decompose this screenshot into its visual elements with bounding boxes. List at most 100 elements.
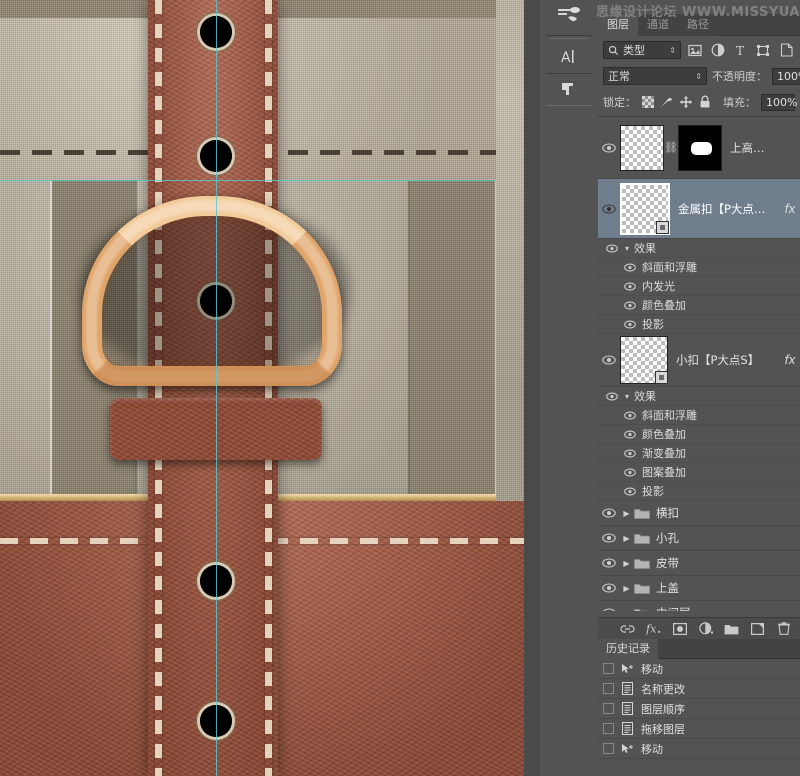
brush-preset-icon[interactable] [546,0,592,30]
layer-thumbnail[interactable] [620,336,668,384]
effect-row[interactable]: 投影 [598,482,800,501]
history-row[interactable]: 图层顺序 [598,699,800,719]
adjustment-filter-icon[interactable] [709,41,727,59]
chevron-right-icon[interactable]: ▶ [620,509,633,518]
eye-icon [624,468,636,476]
effect-row[interactable]: 斜面和浮雕 [598,258,800,277]
blend-mode-dropdown[interactable]: 正常 ⇕ [603,67,707,85]
guide-vertical[interactable] [216,0,217,776]
group-row-shanggai[interactable]: ▶ 上盖 [598,576,800,601]
eye-icon[interactable] [598,508,620,518]
adjustment-layer-icon[interactable] [698,621,713,636]
effect-row[interactable]: 内发光 [598,277,800,296]
layer-name[interactable]: 金属扣【P大点… [670,201,784,217]
layer-row-xiaokou[interactable]: 小扣【P大点S】 fx [598,334,800,387]
group-name[interactable]: 皮带 [651,555,800,571]
eye-icon[interactable] [598,142,620,153]
group-name[interactable]: 中间层 [651,605,800,611]
chevron-updown-icon[interactable]: ⇕ [669,46,676,55]
effect-row[interactable]: 投影 [598,315,800,334]
tab-layers[interactable]: 图层 [598,14,638,36]
effects-label: 效果 [634,242,656,255]
layer-filter-row: 类型 ⇕ T [598,37,800,63]
group-row-hengkou[interactable]: ▶ 横扣 [598,501,800,526]
chevron-right-icon[interactable]: ▶ [620,534,633,543]
eye-icon[interactable] [598,203,620,214]
chevron-down-icon[interactable]: ▾ [620,392,634,401]
group-name[interactable]: 小孔 [651,530,800,546]
effect-row[interactable]: 渐变叠加 [598,444,800,463]
chevron-down-icon[interactable]: ▾ [620,244,634,253]
eye-icon[interactable] [598,533,620,543]
tab-history[interactable]: 历史记录 [598,639,658,659]
eye-icon[interactable] [598,558,620,568]
history-row[interactable]: 移动 [598,739,800,759]
group-row-xiaokong[interactable]: ▶ 小孔 [598,526,800,551]
effect-row[interactable]: 颜色叠加 [598,296,800,315]
image-canvas[interactable] [0,0,540,776]
tab-paths[interactable]: 路径 [678,14,718,36]
history-snapshot-checkbox[interactable] [603,743,614,754]
smart-object-filter-icon[interactable] [777,41,795,59]
delete-layer-icon[interactable] [776,621,791,636]
paragraph-panel-button[interactable] [546,74,592,106]
lock-transparent-icon[interactable] [641,93,655,111]
layer-effects-fx-icon[interactable]: fx [784,353,800,367]
tab-channels[interactable]: 通道 [638,14,678,36]
effect-row[interactable]: 颜色叠加 [598,425,800,444]
shape-filter-icon[interactable] [754,41,772,59]
layer-thumbnail[interactable] [620,124,664,171]
history-snapshot-checkbox[interactable] [603,663,614,674]
effect-row[interactable]: 图案叠加 [598,463,800,482]
eye-icon[interactable] [598,608,620,611]
layer-mask-thumbnail[interactable] [678,124,722,171]
history-row[interactable]: 移动 [598,659,800,679]
eye-icon[interactable] [598,355,620,365]
history-snapshot-checkbox[interactable] [603,723,614,734]
layer-row-jinshukou[interactable]: 金属扣【P大点… fx [598,179,800,239]
layer-name[interactable]: 小扣【P大点S】 [668,352,784,368]
layer-style-fx-icon[interactable]: fx [646,621,661,636]
layer-row-shanggao[interactable]: ⛓ 上高… [598,117,800,179]
chevron-updown-icon[interactable]: ⇕ [695,72,702,81]
group-row-pidai[interactable]: ▶ 皮带 [598,551,800,576]
effect-row[interactable]: 斜面和浮雕 [598,406,800,425]
guide-horizontal[interactable] [0,180,540,181]
character-panel-icon[interactable]: A [546,42,592,72]
new-group-icon[interactable] [724,621,739,636]
new-layer-icon[interactable] [750,621,765,636]
opacity-value[interactable]: 100% [772,67,800,85]
lock-all-icon[interactable] [698,93,712,111]
effects-header-row[interactable]: ▾ 效果 [598,239,800,258]
chevron-right-icon[interactable]: ▶ [620,559,633,568]
pixel-filter-icon[interactable] [686,41,704,59]
chevron-right-icon[interactable]: ▶ [620,609,633,612]
add-mask-icon[interactable] [672,621,687,636]
layer-name[interactable]: 上高… [722,140,800,156]
type-filter-icon[interactable]: T [732,41,750,59]
history-snapshot-checkbox[interactable] [603,683,614,694]
history-snapshot-checkbox[interactable] [603,703,614,714]
link-mask-icon[interactable]: ⛓ [664,141,678,154]
paragraph-panel-icon[interactable] [546,74,592,104]
layer-list[interactable]: ⛓ 上高… 金属扣【P大点… fx ▾ 效果 斜面和浮雕 内发光 颜色叠加 投影… [598,116,800,611]
move-tool-icon [620,663,635,675]
lock-row: 锁定： 填充： 100% [598,89,800,115]
lock-position-icon[interactable] [679,93,693,111]
group-row-zhongjianceng[interactable]: ▶ 中间层 [598,601,800,611]
character-panel-button[interactable]: A [546,42,592,74]
fill-value[interactable]: 100% [761,93,797,111]
layer-effects-fx-icon[interactable]: fx [784,202,800,216]
link-layers-icon[interactable] [620,621,635,636]
history-row[interactable]: 名称更改 [598,679,800,699]
chevron-right-icon[interactable]: ▶ [620,584,633,593]
group-name[interactable]: 上盖 [651,580,800,596]
brush-preset-panel-button[interactable] [546,0,592,36]
history-row[interactable]: 拖移图层 [598,719,800,739]
eye-icon[interactable] [598,583,620,593]
lock-image-icon[interactable] [660,93,674,111]
filter-kind-dropdown[interactable]: 类型 ⇕ [603,41,681,59]
effects-header-row[interactable]: ▾ 效果 [598,387,800,406]
layer-thumbnail[interactable] [620,182,670,235]
group-name[interactable]: 横扣 [651,505,800,521]
